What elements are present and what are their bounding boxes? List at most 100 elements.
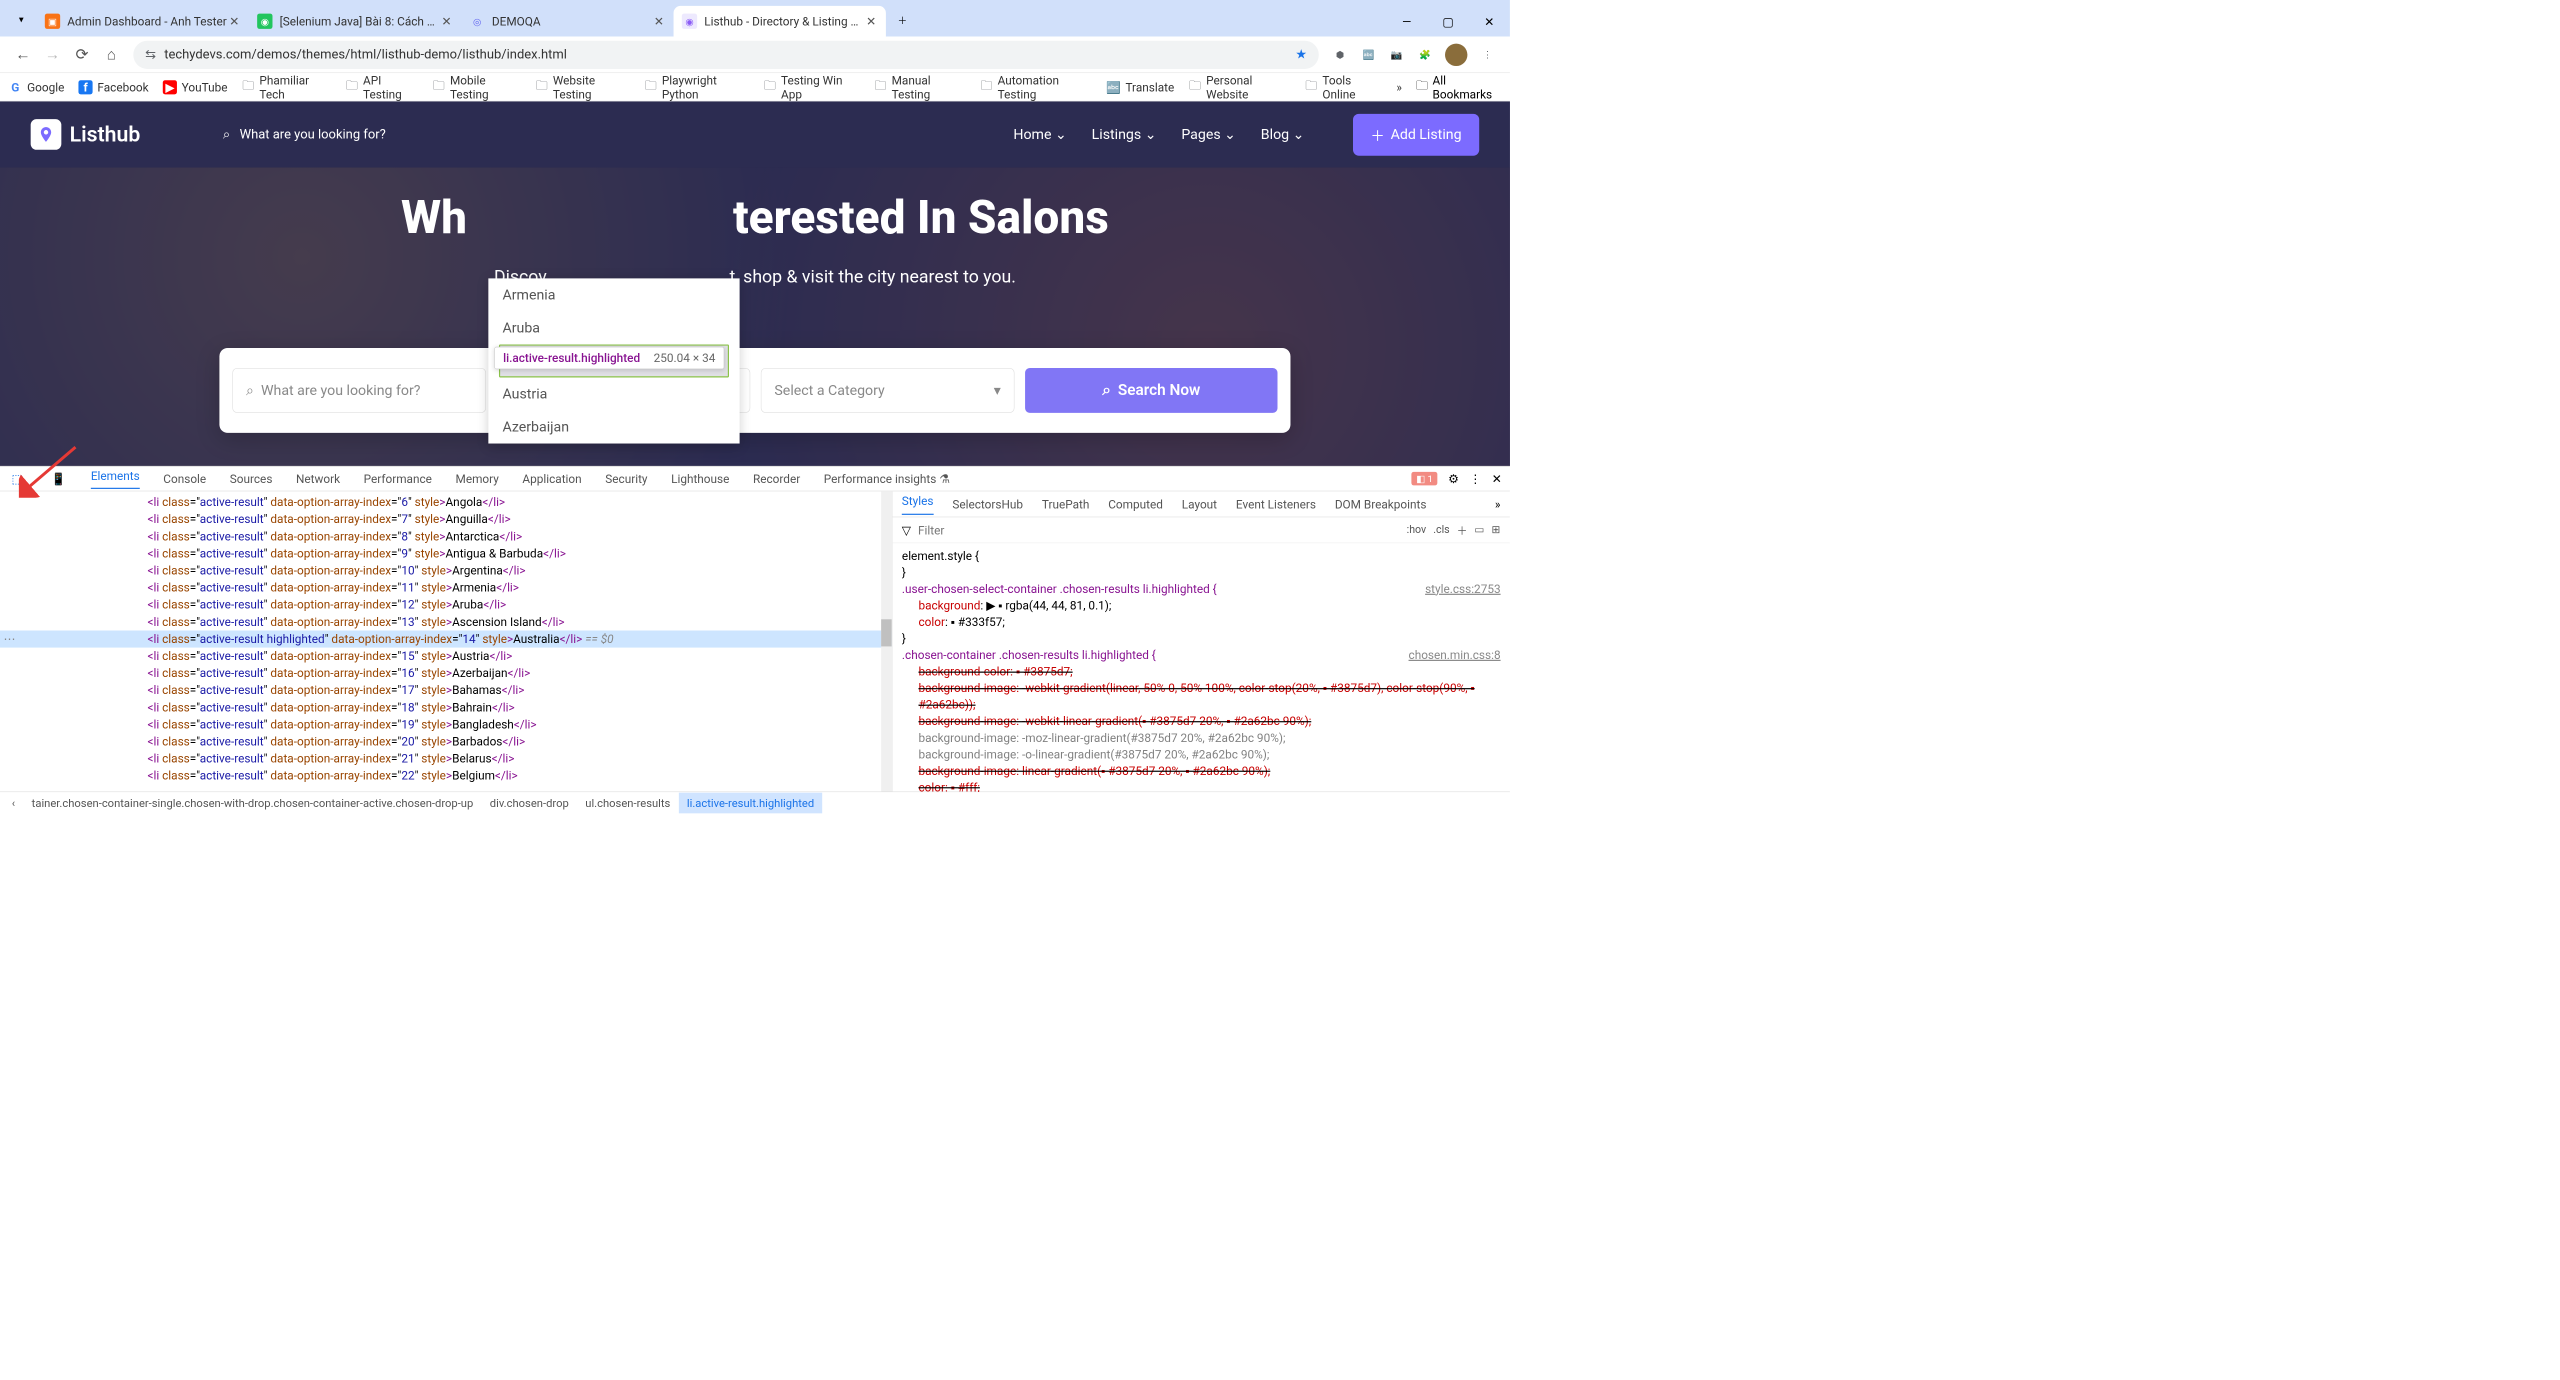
extensions-icon[interactable]: ⬢ bbox=[1326, 40, 1354, 68]
gear-icon[interactable]: ⚙ bbox=[1448, 472, 1459, 486]
close-window-button[interactable]: ✕ bbox=[1469, 7, 1510, 36]
bookmark-youtube[interactable]: ▶YouTube bbox=[163, 80, 228, 94]
browser-tab-3[interactable]: ◉ Listhub - Directory & Listing HTML5 T.… bbox=[674, 6, 886, 37]
dropdown-item[interactable]: Azerbaijan bbox=[488, 411, 739, 444]
bookmarks-overflow[interactable]: » bbox=[1396, 80, 1402, 94]
toggle-icon[interactable]: ⊞ bbox=[1492, 524, 1501, 536]
bookmark-folder[interactable]: 🗀Tools Online bbox=[1305, 73, 1383, 101]
css-rules[interactable]: element.style { } .user-chosen-select-co… bbox=[892, 543, 1510, 791]
logo[interactable]: Listhub bbox=[31, 119, 141, 150]
translate-icon[interactable]: 🔤 bbox=[1354, 40, 1382, 68]
annotation-arrow bbox=[19, 445, 78, 498]
new-rule-icon[interactable]: ＋ bbox=[1457, 522, 1468, 537]
scrollbar[interactable] bbox=[881, 491, 892, 791]
minimize-button[interactable]: — bbox=[1386, 7, 1427, 36]
bookmark-folder[interactable]: 🗀Automation Testing bbox=[980, 73, 1093, 101]
address-bar[interactable]: ⇆ techydevs.com/demos/themes/html/listhu… bbox=[133, 40, 1318, 68]
tab-eventlisteners[interactable]: Event Listeners bbox=[1236, 497, 1316, 511]
search-icon: ⌕ bbox=[246, 382, 254, 399]
computed-icon[interactable]: ▭ bbox=[1474, 524, 1484, 536]
dropdown-item[interactable]: Austria bbox=[488, 377, 739, 410]
bookmark-google[interactable]: GGoogle bbox=[8, 80, 64, 94]
breadcrumb-item[interactable]: div.chosen-drop bbox=[482, 793, 577, 814]
bookmark-translate[interactable]: 🔤Translate bbox=[1107, 80, 1175, 94]
nav-blog[interactable]: Blog⌄ bbox=[1261, 126, 1305, 143]
tab-lighthouse[interactable]: Lighthouse bbox=[671, 472, 729, 486]
tab-performance[interactable]: Performance bbox=[364, 472, 432, 486]
breadcrumb-item[interactable]: tainer.chosen-container-single.chosen-wi… bbox=[23, 793, 481, 814]
back-button[interactable]: ← bbox=[8, 40, 37, 69]
all-bookmarks-button[interactable]: 🗀All Bookmarks bbox=[1416, 73, 1502, 101]
tab-truepath[interactable]: TruePath bbox=[1042, 497, 1090, 511]
close-icon[interactable]: ✕ bbox=[652, 15, 665, 28]
tab-sources[interactable]: Sources bbox=[230, 472, 273, 486]
browser-tab-1[interactable]: ◉ [Selenium Java] Bài 8: Cách xử lý Drop… bbox=[249, 6, 461, 37]
tab-computed[interactable]: Computed bbox=[1108, 497, 1163, 511]
hov-toggle[interactable]: :hov bbox=[1407, 524, 1427, 536]
bookmark-folder[interactable]: 🗀Playwright Python bbox=[644, 73, 749, 101]
close-icon[interactable]: ✕ bbox=[865, 15, 878, 28]
styles-pane: Styles SelectorsHub TruePath Computed La… bbox=[892, 491, 1510, 791]
bookmark-facebook[interactable]: fFacebook bbox=[79, 80, 149, 94]
elements-tree[interactable]: <li class="active-result" data-option-ar… bbox=[0, 491, 892, 791]
add-listing-button[interactable]: ＋Add Listing bbox=[1353, 114, 1479, 156]
new-tab-button[interactable]: ＋ bbox=[891, 8, 915, 32]
more-icon[interactable]: » bbox=[1495, 497, 1501, 511]
puzzle-icon[interactable]: 🧩 bbox=[1411, 40, 1439, 68]
tab-recorder[interactable]: Recorder bbox=[753, 472, 800, 486]
tab-styles[interactable]: Styles bbox=[902, 493, 934, 514]
dropdown-item[interactable]: Aruba bbox=[488, 311, 739, 344]
forward-button[interactable]: → bbox=[38, 40, 67, 69]
cls-toggle[interactable]: .cls bbox=[1433, 524, 1449, 536]
menu-icon[interactable]: ⋮ bbox=[1473, 40, 1501, 68]
bookmark-folder[interactable]: 🗀Phamiliar Tech bbox=[242, 73, 331, 101]
hero-section: What Are You Interested In Salons Discov… bbox=[0, 168, 1510, 466]
site-info-icon[interactable]: ⇆ bbox=[145, 47, 156, 62]
tab-application[interactable]: Application bbox=[522, 472, 581, 486]
tab-network[interactable]: Network bbox=[296, 472, 340, 486]
nav-home[interactable]: Home⌄ bbox=[1013, 126, 1066, 143]
browser-tab-2[interactable]: ◎ DEMOQA ✕ bbox=[461, 6, 673, 37]
tab-selectorshub[interactable]: SelectorsHub bbox=[952, 497, 1023, 511]
nav-listings[interactable]: Listings⌄ bbox=[1092, 126, 1157, 143]
profile-avatar[interactable] bbox=[1445, 43, 1467, 65]
tab-layout[interactable]: Layout bbox=[1182, 497, 1217, 511]
bookmark-folder[interactable]: 🗀Testing Win App bbox=[763, 73, 859, 101]
tab-memory[interactable]: Memory bbox=[456, 472, 499, 486]
bookmark-folder[interactable]: 🗀Manual Testing bbox=[874, 73, 966, 101]
nav-pages[interactable]: Pages⌄ bbox=[1181, 126, 1236, 143]
tab-console[interactable]: Console bbox=[163, 472, 206, 486]
tab-dombreakpoints[interactable]: DOM Breakpoints bbox=[1335, 497, 1427, 511]
bookmark-folder[interactable]: 🗀Mobile Testing bbox=[432, 73, 521, 101]
error-badge[interactable]: ◧ 1 bbox=[1412, 472, 1438, 486]
hero-title: What Are You Interested In Salons bbox=[401, 191, 1109, 245]
maximize-button[interactable]: ▢ bbox=[1427, 7, 1468, 36]
dropdown-item[interactable]: Armenia bbox=[488, 278, 739, 311]
category-select[interactable]: Select a Category▾ bbox=[761, 368, 1015, 413]
tab-security[interactable]: Security bbox=[605, 472, 647, 486]
more-icon[interactable]: ⋮ bbox=[1469, 472, 1481, 486]
breadcrumb-prev[interactable]: ‹ bbox=[4, 793, 24, 814]
tab-search-icon[interactable]: ▾ bbox=[11, 8, 32, 29]
search-input[interactable]: ⌕What are you looking for? bbox=[232, 368, 486, 413]
bookmark-folder[interactable]: 🗀API Testing bbox=[345, 73, 418, 101]
browser-tab-0[interactable]: ▣ Admin Dashboard - Anh Tester ✕ bbox=[37, 6, 249, 37]
reload-button[interactable]: ⟳ bbox=[67, 40, 96, 69]
breadcrumb-item[interactable]: ul.chosen-results bbox=[577, 793, 679, 814]
page-viewport: Listhub ⌕ What are you looking for? Home… bbox=[0, 101, 1510, 465]
lens-icon[interactable]: 📷 bbox=[1382, 40, 1410, 68]
bookmark-folder[interactable]: 🗀Personal Website bbox=[1188, 73, 1290, 101]
close-icon[interactable]: ✕ bbox=[228, 15, 241, 28]
bookmark-folder[interactable]: 🗀Website Testing bbox=[535, 73, 630, 101]
close-devtools-icon[interactable]: ✕ bbox=[1492, 472, 1502, 486]
search-now-button[interactable]: ⌕Search Now bbox=[1025, 368, 1277, 413]
tab-insights[interactable]: Performance insights ⚗ bbox=[824, 472, 950, 486]
header-search[interactable]: ⌕ What are you looking for? bbox=[223, 127, 386, 142]
filter-input[interactable] bbox=[918, 523, 1400, 537]
favicon-icon: ◎ bbox=[469, 14, 484, 29]
bookmark-star-icon[interactable]: ★ bbox=[1295, 47, 1307, 62]
breadcrumb-item-active[interactable]: li.active-result.highlighted bbox=[679, 793, 823, 814]
close-icon[interactable]: ✕ bbox=[440, 15, 453, 28]
tab-elements[interactable]: Elements bbox=[91, 469, 140, 489]
home-button[interactable]: ⌂ bbox=[97, 40, 126, 69]
